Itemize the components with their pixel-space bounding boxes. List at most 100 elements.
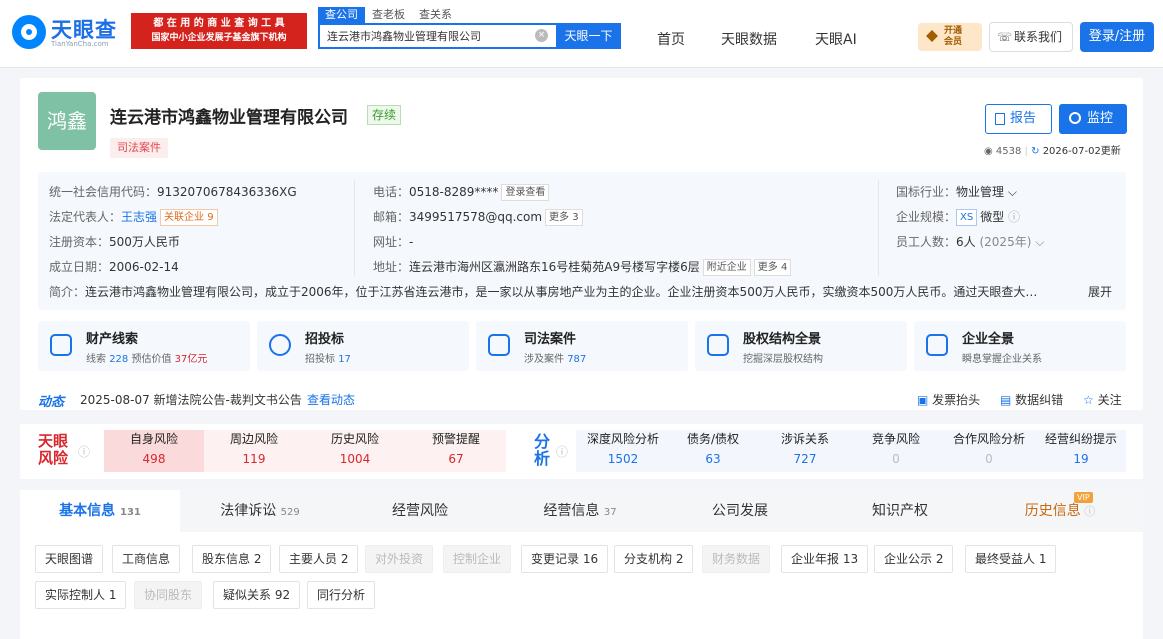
expand-link[interactable]: 展开 xyxy=(1084,283,1113,300)
assets-icon xyxy=(50,334,72,356)
tab-history[interactable]: 历史信息 ⓘ xyxy=(980,490,1140,532)
judicial-tag[interactable]: 司法案件 xyxy=(110,138,168,158)
risk-logo-line1: 天眼 xyxy=(38,432,69,450)
chip-public-notice[interactable]: 企业公示 2 xyxy=(874,545,954,573)
contact-button[interactable]: 联系我们 xyxy=(989,22,1073,52)
nearby-company-button[interactable]: 附近企业 xyxy=(702,259,751,276)
risk-self[interactable]: 自身风险 498 xyxy=(104,430,204,472)
chip-shareholders[interactable]: 股东信息 2 xyxy=(192,545,272,573)
analysis-value: 0 xyxy=(985,452,993,466)
analysis-cooperation[interactable]: 合作风险分析 0 xyxy=(939,430,1039,472)
company-logo: 鸿鑫 xyxy=(38,92,96,150)
org-chart-icon xyxy=(926,334,948,356)
email: 3499517578@qq.com xyxy=(409,210,543,224)
report-button[interactable]: 报告 xyxy=(985,104,1052,134)
address-row: 地址：连云港市海州区瀛洲路东16号桂菊苑A9号楼写字楼6层 附近企业 更多 4 xyxy=(373,258,792,276)
search-tab-relation[interactable]: 查关系 xyxy=(412,7,459,23)
detail-tabs-panel: 基本信息 131 法律诉讼 529 经营风险 经营信息 37 公司发展 知识产权… xyxy=(20,490,1143,639)
email-label: 邮箱： xyxy=(373,210,410,224)
analysis-deep[interactable]: 深度风险分析 1502 xyxy=(573,430,673,472)
search-input[interactable] xyxy=(320,25,520,47)
tab-count: 37 xyxy=(603,507,617,518)
chip-suspected-relation[interactable]: 疑似关系 92 xyxy=(213,581,301,609)
analysis-label: 竞争风险 xyxy=(871,432,920,446)
correct-button[interactable]: ▤ 数据纠错 xyxy=(1000,391,1063,408)
chip-co-shareholder: 协同股东 xyxy=(134,581,203,609)
analysis-dispute[interactable]: 经营纠纷提示 19 xyxy=(1031,430,1131,472)
credit-code[interactable]: 913207067843633​6XG xyxy=(157,185,297,199)
address-more-button[interactable]: 更多 4 xyxy=(753,259,792,276)
tab-development[interactable]: 公司发展 xyxy=(660,490,820,532)
website-row: 网址：- xyxy=(373,233,413,250)
capital: 500万人民币 xyxy=(109,235,180,249)
risk-logo-line2: 风险 xyxy=(38,449,69,467)
analysis-debt[interactable]: 债务/债权 63 xyxy=(663,430,763,472)
follow-button[interactable]: ☆ 关注 xyxy=(1083,391,1122,408)
invoice-button[interactable]: ▣ 发票抬头 xyxy=(917,391,980,408)
help-icon: ⓘ xyxy=(1080,505,1096,518)
view-dynamic-link[interactable]: 查看动态 xyxy=(307,391,355,408)
chip-branches[interactable]: 分支机构 2 xyxy=(614,545,694,573)
monitor-button[interactable]: 监控 xyxy=(1059,104,1127,134)
analysis-competition[interactable]: 竞争风险 0 xyxy=(846,430,946,472)
related-company-button[interactable]: 关联企业 9 xyxy=(160,209,218,226)
tab-operating-info[interactable]: 经营信息 37 xyxy=(500,490,660,532)
chip-finance: 财务数据 xyxy=(702,545,771,573)
chip-peer-analysis[interactable]: 同行分析 xyxy=(307,581,376,609)
feature-equity[interactable]: 股权结构全景 挖掘深层股权结构 xyxy=(695,321,907,371)
chip-beneficiary[interactable]: 最终受益人 1 xyxy=(965,545,1057,573)
tab-ip[interactable]: 知识产权 xyxy=(820,490,980,532)
search-tab-company[interactable]: 查公司 xyxy=(318,7,365,23)
capital-row: 注册资本：500万人民币 xyxy=(49,233,180,250)
analysis-litigation[interactable]: 涉诉关系 727 xyxy=(755,430,855,472)
feature-judicial[interactable]: 司法案件 涉及案件 787 xyxy=(476,321,688,371)
correct-label: 数据纠错 xyxy=(1015,393,1064,407)
chip-business-info[interactable]: 工商信息 xyxy=(112,545,181,573)
feature-assets[interactable]: 财产线索 线索 228 预估价值 37亿元 xyxy=(38,321,250,371)
feature-bidding[interactable]: 招投标 招投标 17 xyxy=(257,321,469,371)
risk-surrounding[interactable]: 周边风险 119 xyxy=(204,430,304,472)
staff-year[interactable]: (2025年) ⌵ xyxy=(979,235,1044,249)
search-tab-boss[interactable]: 查老板 xyxy=(365,7,412,23)
industry-row: 国标行业：物业管理 ⌵ xyxy=(896,183,1017,200)
risk-label: 周边风险 xyxy=(229,432,278,446)
tab-label: 经营风险 xyxy=(392,503,448,519)
feature-num: 787 xyxy=(567,354,587,365)
feature-sub: 瞬息掌握企业关系 xyxy=(962,354,1042,365)
login-button[interactable]: 登录/注册 xyxy=(1080,22,1154,52)
feature-sub: 招投标 17 xyxy=(305,350,351,365)
chip-annual-report[interactable]: 企业年报 13 xyxy=(781,545,869,573)
nav-data[interactable]: 天眼数据 xyxy=(721,29,777,49)
intro-row: 简介：连云港市鸿鑫物业管理有限公司，成立于2006年，位于江苏省连云港市，是一家… xyxy=(49,283,1119,300)
chip-key-people[interactable]: 主要人员 2 xyxy=(279,545,359,573)
tab-operating-risk[interactable]: 经营风险 xyxy=(340,490,500,532)
site-logo[interactable]: 天眼查 TianYanCha.com xyxy=(12,14,127,50)
dynamic-text: 2025-08-07 新增法院公告-裁判文书公告 xyxy=(80,393,302,407)
phone-login-button[interactable]: 登录查看 xyxy=(501,184,550,201)
feature-sub: 涉及案件 787 xyxy=(524,350,586,365)
website-label: 网址： xyxy=(373,235,410,249)
founded-label: 成立日期： xyxy=(49,260,110,274)
risk-history[interactable]: 历史风险 1004 xyxy=(305,430,405,472)
tab-litigation[interactable]: 法律诉讼 529 xyxy=(180,490,340,532)
staff-row: 员工人数：6人 (2025年) ⌵ xyxy=(896,233,1044,250)
tab-label: 基本信息 xyxy=(59,503,116,519)
clear-icon[interactable]: × xyxy=(535,29,548,42)
chip-actual-controller[interactable]: 实际控制人 1 xyxy=(35,581,127,609)
vip-button[interactable]: 开通 会员 xyxy=(918,23,982,51)
feature-panorama[interactable]: 企业全景 瞬息掌握企业关系 xyxy=(914,321,1126,371)
email-more-button[interactable]: 更多 3 xyxy=(545,209,583,226)
risk-warning[interactable]: 预警提醒 67 xyxy=(406,430,506,472)
search-type-tabs: 查公司 查老板 查关系 xyxy=(318,7,459,23)
chip-change-log[interactable]: 变更记录 16 xyxy=(521,545,609,573)
tab-basic-info[interactable]: 基本信息 131 xyxy=(20,490,180,532)
risk-label: 自身风险 xyxy=(129,432,178,446)
chip-graph[interactable]: 天眼图谱 xyxy=(35,545,104,573)
search-button[interactable]: 天眼一下 xyxy=(556,23,621,49)
scale: 微型 xyxy=(980,210,1005,224)
nav-ai[interactable]: 天眼AI xyxy=(815,29,857,49)
staff-label: 员工人数： xyxy=(896,235,957,249)
legal-rep-link[interactable]: 王志强 xyxy=(121,210,157,224)
nav-home[interactable]: 首页 xyxy=(657,29,685,49)
industry[interactable]: 物业管理 ⌵ xyxy=(956,185,1017,199)
